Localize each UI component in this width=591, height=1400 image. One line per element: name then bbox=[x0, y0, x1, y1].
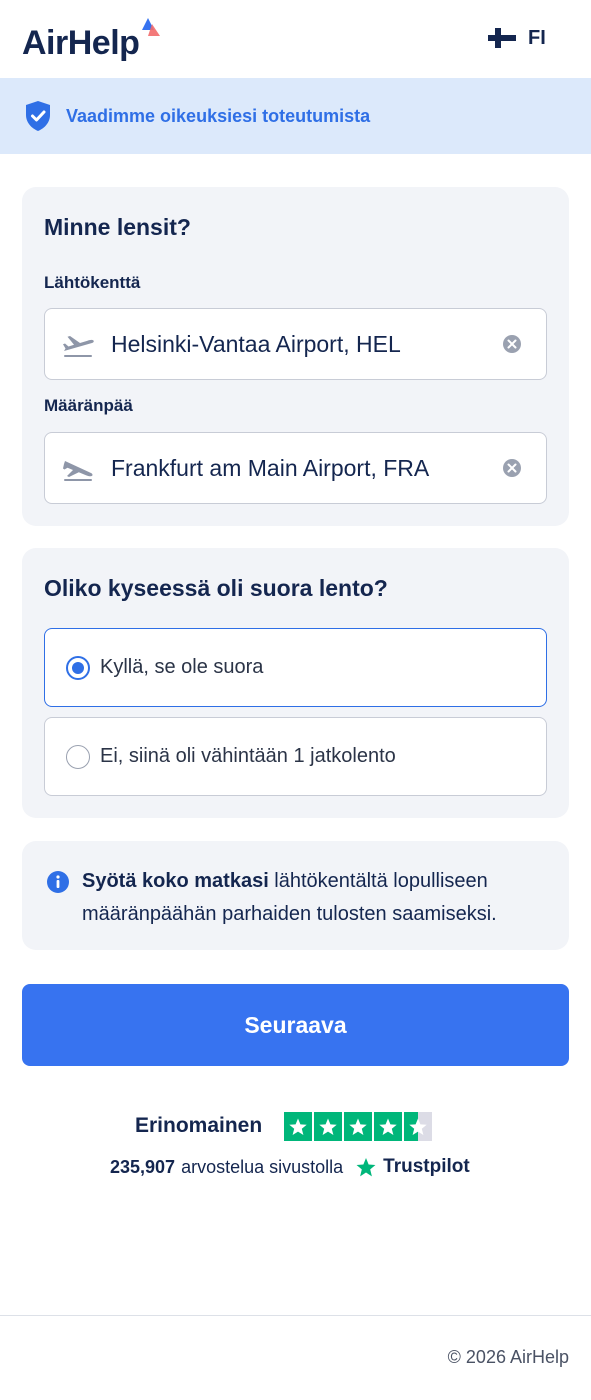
direct-yes-label: Kyllä, se ole suora bbox=[100, 656, 264, 678]
trustpilot-stars[interactable] bbox=[284, 1112, 432, 1141]
direct-yes-option[interactable]: Kyllä, se ole suora bbox=[44, 628, 547, 707]
route-card: Minne lensit? Lähtökenttä Helsinki-Vanta… bbox=[22, 187, 569, 526]
review-text: arvostelua sivustolla bbox=[181, 1156, 344, 1177]
plane-landing-icon bbox=[63, 461, 93, 481]
departure-airport-value: Helsinki-Vantaa Airport, HEL bbox=[111, 330, 401, 357]
footer-divider bbox=[0, 1315, 591, 1316]
review-count: 235,907 bbox=[110, 1156, 176, 1177]
copyright-text: © 2026 AirHelp bbox=[447, 1347, 569, 1367]
trustpilot-star-5-half bbox=[404, 1112, 432, 1141]
next-button[interactable]: Seuraava bbox=[22, 984, 569, 1066]
header: AirHelp FI bbox=[0, 0, 591, 78]
clear-destination-icon[interactable] bbox=[502, 458, 522, 478]
finland-flag-icon bbox=[488, 28, 516, 48]
direct-yes-radio[interactable] bbox=[66, 655, 90, 680]
banner-text: Vaadimme oikeuksiesi toteutumista bbox=[66, 105, 371, 126]
star-icon bbox=[289, 1118, 307, 1135]
language-selector[interactable]: FI bbox=[488, 26, 546, 50]
logo-text: AirHelp bbox=[22, 24, 140, 62]
info-text-bold: Syötä koko matkasi bbox=[82, 870, 269, 892]
direct-no-label: Ei, siinä oli vähintään 1 jatkolento bbox=[100, 745, 396, 767]
airhelp-logo[interactable]: AirHelp bbox=[22, 16, 172, 66]
direct-no-option[interactable]: Ei, siinä oli vähintään 1 jatkolento bbox=[44, 717, 547, 796]
destination-airport-field[interactable]: Frankfurt am Main Airport, FRA bbox=[44, 432, 547, 504]
plane-takeoff-icon bbox=[63, 336, 94, 357]
direct-flight-card: Oliko kyseessä oli suora lento? Kyllä, s… bbox=[22, 548, 569, 818]
info-icon bbox=[47, 871, 69, 893]
trustpilot-star-4 bbox=[374, 1112, 402, 1141]
route-card-title: Minne lensit? bbox=[44, 214, 191, 240]
star-icon bbox=[379, 1118, 397, 1135]
direct-flight-title: Oliko kyseessä oli suora lento? bbox=[44, 575, 388, 601]
star-icon bbox=[349, 1118, 367, 1135]
language-code: FI bbox=[528, 26, 546, 49]
trustpilot-rating-word: Erinomainen bbox=[135, 1114, 263, 1137]
info-text: Syötä koko matkasi lähtökentältä lopulli… bbox=[82, 865, 552, 931]
destination-airport-value: Frankfurt am Main Airport, FRA bbox=[111, 454, 430, 481]
shield-check-icon bbox=[26, 101, 50, 131]
trustpilot-star-3 bbox=[344, 1112, 372, 1141]
info-card: Syötä koko matkasi lähtökentältä lopulli… bbox=[22, 841, 569, 950]
trustpilot-reviews[interactable]: 235,907 arvostelua sivustolla Trustpilot bbox=[110, 1156, 470, 1178]
trustpilot-star-icon bbox=[356, 1157, 376, 1176]
trustpilot-star-1 bbox=[284, 1112, 312, 1141]
trustpilot-star-2 bbox=[314, 1112, 342, 1141]
departure-label: Lähtökenttä bbox=[44, 273, 141, 292]
departure-airport-field[interactable]: Helsinki-Vantaa Airport, HEL bbox=[44, 308, 547, 380]
star-icon bbox=[319, 1118, 337, 1135]
destination-label: Määränpää bbox=[44, 396, 133, 415]
direct-no-radio[interactable] bbox=[66, 744, 90, 769]
logo-mark-icon bbox=[142, 18, 160, 36]
clear-departure-icon[interactable] bbox=[502, 334, 522, 354]
star-icon bbox=[409, 1118, 427, 1135]
rights-banner: Vaadimme oikeuksiesi toteutumista bbox=[0, 78, 591, 154]
trustpilot-brand: Trustpilot bbox=[383, 1156, 470, 1177]
